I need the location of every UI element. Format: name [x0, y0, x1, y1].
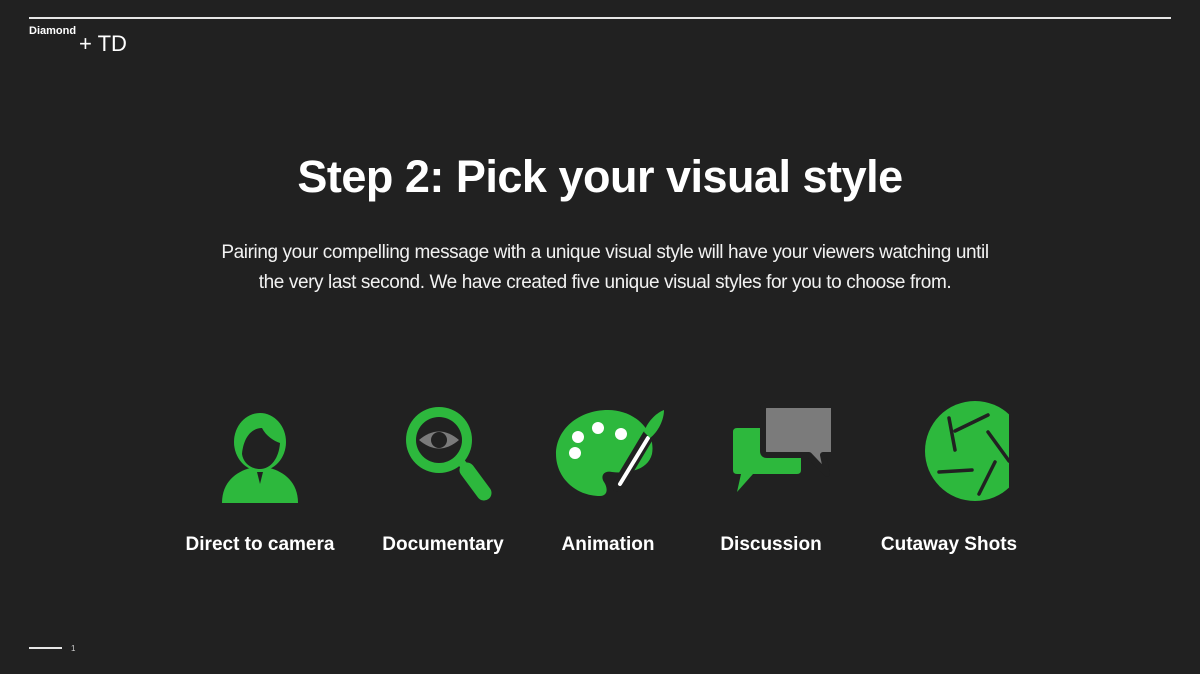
paint-palette-icon — [556, 410, 664, 496]
top-rule — [29, 17, 1171, 19]
intro-line-1: Pairing your compelling message with a u… — [221, 242, 989, 263]
style-label-documentary: Documentary — [382, 534, 504, 555]
person-icon — [222, 413, 298, 503]
magnifier-eye-icon — [406, 407, 492, 501]
slide-title: Step 2: Pick your visual style — [297, 151, 903, 202]
chat-bubbles-icon — [733, 402, 831, 492]
intro-line-2: the very last second. We have created fi… — [258, 272, 952, 293]
style-label-direct-to-camera: Direct to camera — [185, 534, 335, 555]
style-label-cutaway-shots: Cutaway Shots — [880, 534, 1018, 555]
visual-style-options: Direct to camera Documentary Animation D… — [0, 398, 1200, 568]
brand-secondary: + TD — [79, 31, 127, 56]
style-option-documentary: Documentary — [348, 398, 538, 556]
style-label-discussion: Discussion — [720, 534, 822, 555]
page-number: 1 — [71, 644, 76, 653]
footer-rule — [29, 647, 62, 649]
style-label-animation: Animation — [561, 534, 655, 555]
style-option-animation: Animation — [513, 398, 703, 556]
style-option-direct-to-camera: Direct to camera — [165, 398, 355, 556]
brand-primary: Diamond — [29, 25, 77, 37]
camera-aperture-icon — [925, 401, 1009, 501]
intro-paragraph: Pairing your compelling message with a u… — [200, 238, 1010, 298]
style-option-cutaway-shots: Cutaway Shots — [854, 398, 1044, 556]
style-option-discussion: Discussion — [676, 398, 866, 556]
